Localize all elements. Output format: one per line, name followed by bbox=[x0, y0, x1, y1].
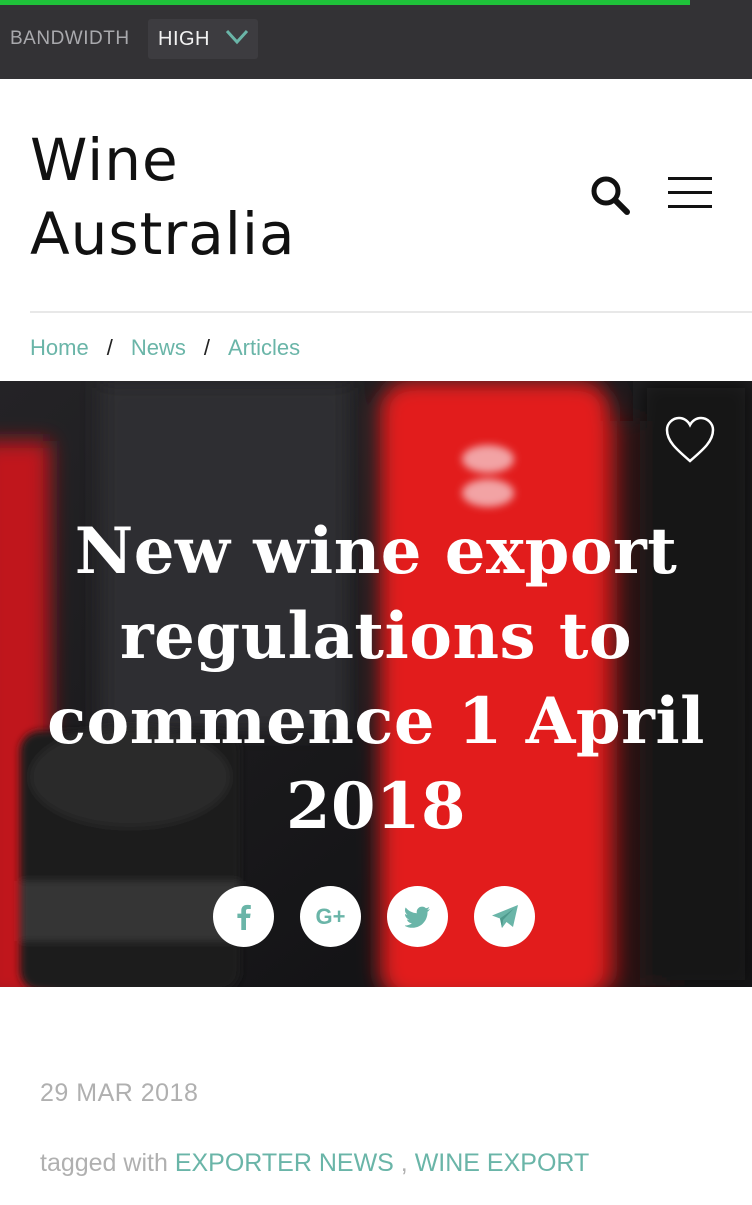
header-divider bbox=[30, 311, 752, 313]
bandwidth-value: HIGH bbox=[158, 28, 210, 50]
breadcrumb-separator: / bbox=[203, 335, 210, 360]
telegram-share-button[interactable] bbox=[474, 886, 535, 947]
chevron-down-icon bbox=[225, 29, 249, 45]
bandwidth-select[interactable]: HIGH bbox=[148, 19, 258, 59]
facebook-share-button[interactable] bbox=[213, 886, 274, 947]
search-icon[interactable] bbox=[588, 173, 632, 217]
heart-icon[interactable] bbox=[664, 415, 716, 465]
breadcrumb-home[interactable]: Home bbox=[30, 335, 89, 361]
logo-line-1: Wine bbox=[30, 126, 179, 194]
article-tags: tagged with EXPORTER NEWS , WINE EXPORT … bbox=[40, 1136, 720, 1205]
hamburger-menu-icon[interactable] bbox=[666, 175, 714, 211]
bandwidth-label: BANDWIDTH bbox=[10, 28, 130, 49]
twitter-icon bbox=[404, 906, 430, 928]
twitter-share-button[interactable] bbox=[387, 886, 448, 947]
loading-progress-bar bbox=[0, 0, 690, 5]
logo-line-2: Australia bbox=[30, 200, 296, 268]
article-hero: New wine export regulations to commence … bbox=[0, 381, 752, 987]
article-title: New wine export regulations to commence … bbox=[47, 514, 705, 844]
google-plus-share-button[interactable]: G+ bbox=[300, 886, 361, 947]
telegram-icon bbox=[491, 904, 518, 928]
tag-exporter-news[interactable]: EXPORTER NEWS bbox=[175, 1149, 394, 1177]
bandwidth-bar: BANDWIDTH HIGH bbox=[0, 0, 752, 79]
breadcrumb: Home / News / Articles bbox=[30, 334, 300, 362]
article-date: 29 MAR 2018 bbox=[40, 1079, 199, 1107]
share-buttons: G+ bbox=[213, 886, 535, 947]
facebook-icon bbox=[236, 904, 251, 930]
site-header: Wine Australia bbox=[0, 79, 752, 312]
tagged-with-label: tagged with bbox=[40, 1149, 175, 1177]
google-plus-icon: G+ bbox=[315, 903, 346, 929]
breadcrumb-news[interactable]: News bbox=[131, 335, 186, 361]
tag-separator: , bbox=[393, 1149, 415, 1177]
wine-australia-logo[interactable]: Wine Australia bbox=[30, 123, 296, 271]
breadcrumb-separator: / bbox=[106, 335, 113, 360]
breadcrumb-articles[interactable]: Articles bbox=[228, 335, 300, 361]
